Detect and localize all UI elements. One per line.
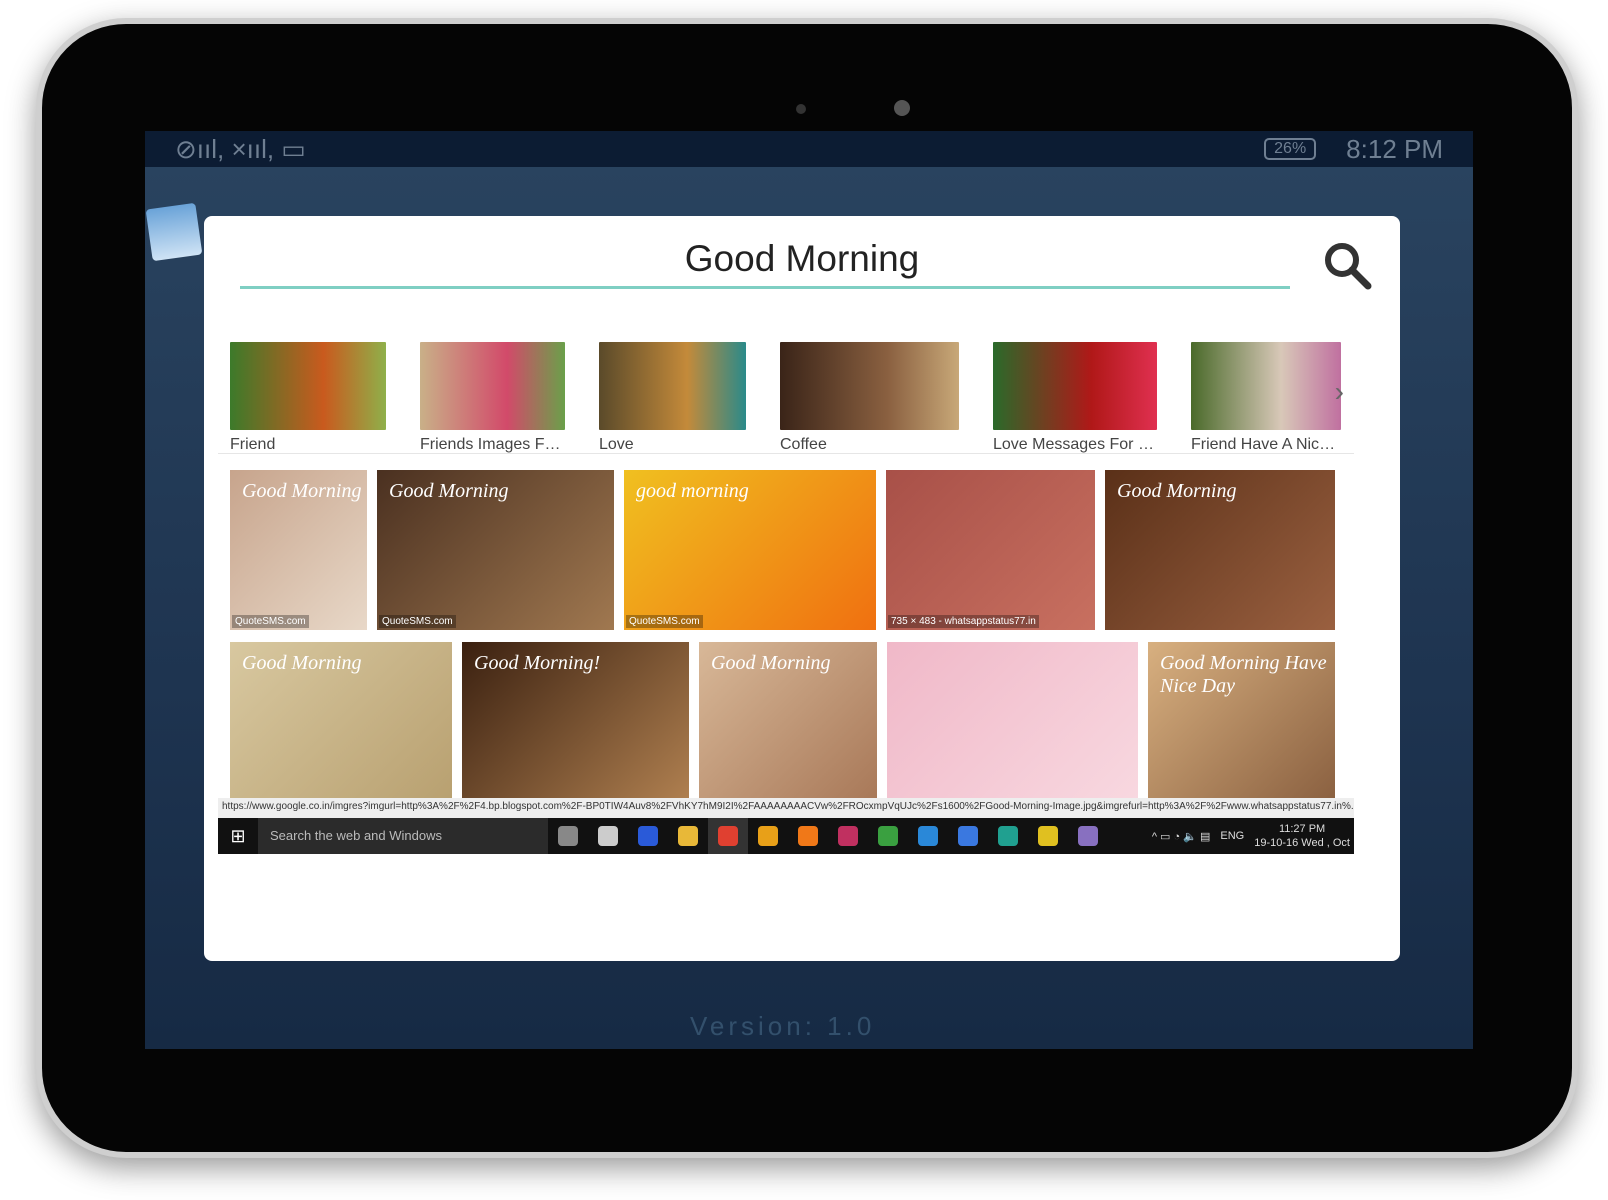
language-indicator[interactable]: ENG xyxy=(1220,830,1244,842)
browser-content: Friend Friends Images Fo... Love Coffee Love… xyxy=(218,326,1354,851)
image-result[interactable]: 735 × 483 - whatsappstatus77.in xyxy=(886,470,1095,630)
image-caption: Good Morning Have Nice Day xyxy=(1160,652,1327,697)
chip-label: Love xyxy=(599,436,634,453)
image-caption: Good Morning xyxy=(242,652,362,674)
app-icon xyxy=(838,826,858,846)
gallery-app-icon[interactable] xyxy=(145,202,203,262)
app-icon xyxy=(1038,826,1058,846)
chip-label: Coffee xyxy=(780,436,827,453)
taskbar-app-icon[interactable] xyxy=(948,818,988,854)
sensor xyxy=(796,104,806,114)
image-source: QuoteSMS.com xyxy=(379,615,456,628)
image-row: Good Morning QuoteSMS.com Good Morning Quot… xyxy=(218,470,1354,630)
chip-thumbnail xyxy=(230,342,386,430)
version-label: Version: 1.0 xyxy=(690,1011,876,1041)
app-icon xyxy=(918,826,938,846)
search-dialog: Good Morning Friend Friends Images Fo... L… xyxy=(204,216,1400,961)
image-caption: Good Morning xyxy=(389,480,509,502)
status-time: 8:12 PM xyxy=(1346,133,1443,164)
chip-label: Friends Images Fo... xyxy=(420,436,565,453)
taskbar-clock[interactable]: 11:27 PM 19-10-16 Wed , Oct xyxy=(1254,822,1350,850)
taskbar-app-icon[interactable] xyxy=(1028,818,1068,854)
related-search-chip[interactable]: Friend Have A Nice Da xyxy=(1191,342,1341,453)
chip-label: Friend xyxy=(230,436,276,453)
status-bar: ⊘ııl, ×ııl, ▭ 26% 8:12 PM xyxy=(145,131,1473,167)
image-result[interactable]: Good Morning xyxy=(1105,470,1335,630)
taskbar-apps xyxy=(548,818,1108,854)
related-search-chip[interactable]: Friends Images Fo... xyxy=(420,342,565,453)
search-query[interactable]: Good Morning xyxy=(204,238,1400,280)
image-source: QuoteSMS.com xyxy=(232,615,309,628)
app-icon xyxy=(718,826,738,846)
search-icon[interactable] xyxy=(1322,240,1372,290)
related-search-chip[interactable]: Love xyxy=(599,342,746,453)
image-result[interactable]: Good Morning! xyxy=(462,642,689,802)
chip-thumbnail xyxy=(780,342,959,430)
related-search-chip[interactable]: Friend xyxy=(230,342,386,453)
app-icon xyxy=(678,826,698,846)
image-caption: good morning xyxy=(636,480,749,502)
chip-label: Friend Have A Nice Da xyxy=(1191,436,1341,453)
taskbar-app-icon[interactable] xyxy=(908,818,948,854)
taskbar-app-icon[interactable] xyxy=(868,818,908,854)
image-result[interactable]: good morning QuoteSMS.com xyxy=(624,470,876,630)
taskbar-app-icon[interactable] xyxy=(668,818,708,854)
image-caption: Good Morning xyxy=(242,480,362,502)
app-icon xyxy=(958,826,978,846)
windows-start-icon[interactable]: ⊞ xyxy=(218,826,258,847)
app-icon xyxy=(558,826,578,846)
related-search-chip[interactable]: Love Messages For G... xyxy=(993,342,1157,453)
image-result[interactable]: Good Morning QuoteSMS.com xyxy=(377,470,614,630)
chevron-right-icon[interactable]: › xyxy=(1335,376,1344,408)
chip-thumbnail xyxy=(599,342,746,430)
image-result[interactable]: Good Morning Have Nice Day xyxy=(1148,642,1335,802)
signal-icon: ⊘ııl, ×ııl, ▭ xyxy=(175,133,306,164)
windows-taskbar: ⊞ Search the web and Windows ^ ▭ ◔ 🔈 ▤ E… xyxy=(218,818,1354,854)
image-source: QuoteSMS.com xyxy=(626,615,703,628)
image-result[interactable]: Good Morning QuoteSMS.com xyxy=(230,470,367,630)
taskbar-app-icon[interactable] xyxy=(588,818,628,854)
app-icon xyxy=(1078,826,1098,846)
battery-indicator: 26% xyxy=(1264,138,1317,160)
tray-icons[interactable]: ^ ▭ ◔ 🔈 ▤ xyxy=(1152,830,1211,843)
taskbar-app-icon[interactable] xyxy=(988,818,1028,854)
chip-thumbnail xyxy=(1191,342,1341,430)
image-caption: Good Morning xyxy=(711,652,831,674)
chip-thumbnail xyxy=(993,342,1157,430)
taskbar-search[interactable]: Search the web and Windows xyxy=(258,818,548,854)
search-underline xyxy=(240,286,1290,289)
app-icon xyxy=(638,826,658,846)
app-icon xyxy=(598,826,618,846)
taskbar-app-icon[interactable] xyxy=(548,818,588,854)
image-result[interactable] xyxy=(887,642,1138,802)
image-result[interactable]: Good Morning xyxy=(699,642,877,802)
taskbar-app-icon[interactable] xyxy=(748,818,788,854)
image-row: Good Morning Good Morning! Good Morning Goo… xyxy=(218,642,1354,802)
app-icon xyxy=(998,826,1018,846)
related-searches: Friend Friends Images Fo... Love Coffee Love… xyxy=(218,326,1354,454)
chip-thumbnail xyxy=(420,342,565,430)
camera xyxy=(894,100,910,116)
image-source: 735 × 483 - whatsappstatus77.in xyxy=(888,615,1039,628)
app-icon xyxy=(758,826,778,846)
taskbar-app-icon[interactable] xyxy=(628,818,668,854)
app-icon xyxy=(798,826,818,846)
taskbar-app-icon[interactable] xyxy=(828,818,868,854)
taskbar-app-icon[interactable] xyxy=(1068,818,1108,854)
status-url: https://www.google.co.in/imgres?imgurl=h… xyxy=(218,798,1354,818)
image-result[interactable]: Good Morning xyxy=(230,642,452,802)
image-caption: Good Morning! xyxy=(474,652,601,674)
image-caption: Good Morning xyxy=(1117,480,1237,502)
taskbar-app-icon[interactable] xyxy=(788,818,828,854)
system-tray: ^ ▭ ◔ 🔈 ▤ ENG 11:27 PM 19-10-16 Wed , Oct xyxy=(1152,822,1354,850)
taskbar-app-icon[interactable] xyxy=(708,818,748,854)
chip-label: Love Messages For G... xyxy=(993,436,1157,453)
related-search-chip[interactable]: Coffee xyxy=(780,342,959,453)
app-icon xyxy=(878,826,898,846)
